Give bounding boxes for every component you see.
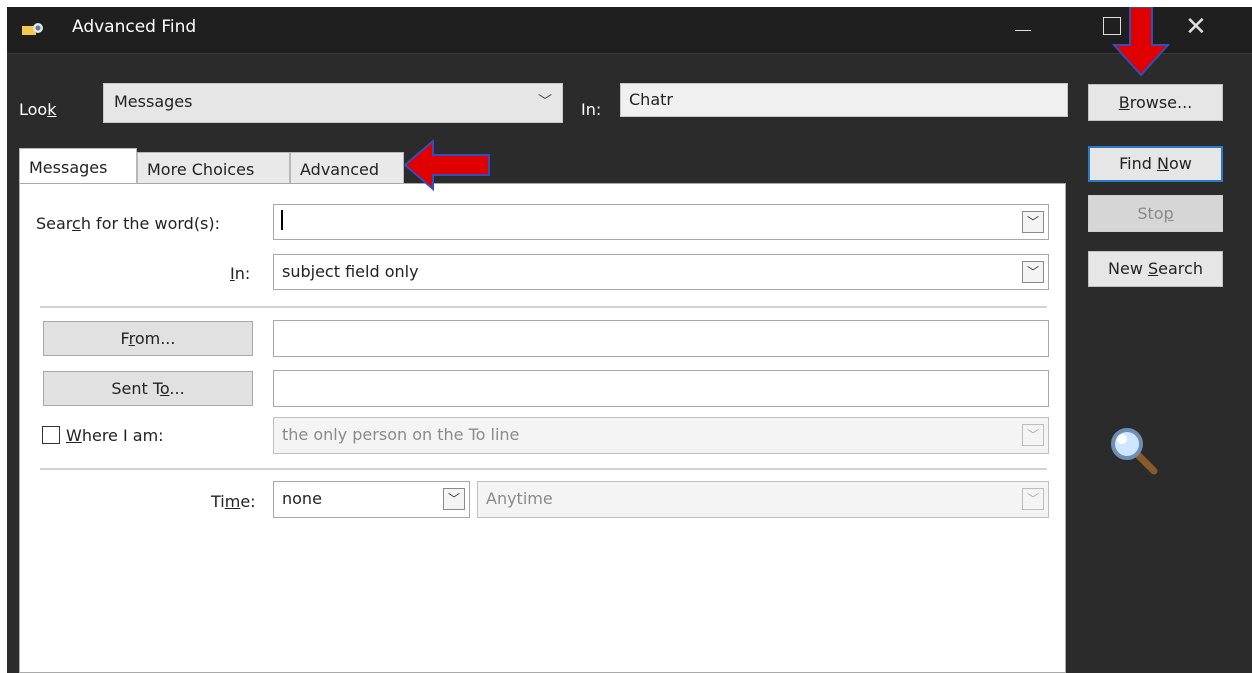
chevron-down-icon: ﹀ — [538, 94, 552, 110]
chevron-down-icon[interactable]: ﹀ — [1022, 261, 1044, 283]
minimize-icon — [1015, 30, 1031, 31]
text-cursor — [281, 210, 283, 230]
new-search-button[interactable]: New Search — [1088, 251, 1223, 287]
binoculars-envelope-icon — [22, 23, 43, 35]
tab-messages[interactable]: Messages — [19, 148, 137, 184]
in-folder-value: Chatr — [629, 90, 673, 109]
minimize-button[interactable] — [997, 7, 1047, 53]
look-value: Messages — [114, 92, 193, 111]
time-label: Time: — [211, 492, 256, 511]
look-dropdown[interactable]: Messages ﹀ — [103, 83, 563, 123]
in-folder-label: In: — [581, 100, 602, 119]
browse-button[interactable]: Browse... — [1088, 84, 1223, 121]
where-i-am-value: the only person on the To line — [282, 425, 520, 444]
chevron-down-icon: ﹀ — [1022, 424, 1044, 446]
divider — [40, 468, 1047, 470]
time-dropdown[interactable]: none ﹀ — [273, 481, 470, 518]
chevron-down-icon[interactable]: ﹀ — [1022, 211, 1044, 233]
stop-button[interactable]: Stop — [1088, 195, 1223, 232]
close-button[interactable]: ✕ — [1167, 7, 1217, 53]
where-i-am-label: Where I am: — [66, 426, 164, 445]
in-field-dropdown[interactable]: subject field only ﹀ — [273, 254, 1049, 290]
in-field-label: In: — [230, 264, 251, 283]
messages-tab-panel: Search for the word(s): ﹀ In: subject fi… — [19, 183, 1066, 673]
search-words-label: Search for the word(s): — [36, 214, 221, 233]
chevron-down-icon: ﹀ — [1022, 488, 1044, 510]
where-i-am-checkbox[interactable] — [42, 426, 60, 444]
in-field-value: subject field only — [282, 262, 419, 281]
close-icon: ✕ — [1185, 12, 1207, 42]
in-folder-field[interactable]: Chatr — [620, 83, 1068, 117]
magnifier-icon — [1111, 428, 1158, 475]
divider — [40, 306, 1047, 308]
window-title: Advanced Find — [72, 17, 197, 37]
where-i-am-dropdown[interactable]: the only person on the To line ﹀ — [273, 417, 1049, 454]
red-arrow-left-icon — [403, 139, 490, 191]
from-button[interactable]: From... — [43, 321, 253, 356]
search-words-input[interactable]: ﹀ — [273, 204, 1049, 240]
time-range-dropdown[interactable]: Anytime ﹀ — [477, 481, 1049, 518]
tab-more-choices[interactable]: More Choices — [137, 152, 290, 184]
from-input[interactable] — [273, 320, 1049, 357]
time-value: none — [282, 489, 322, 508]
tab-advanced[interactable]: Advanced — [290, 152, 404, 184]
title-bar: Advanced Find ✕ — [7, 7, 1252, 54]
chevron-down-icon[interactable]: ﹀ — [443, 488, 465, 510]
find-now-button[interactable]: Find Now — [1088, 146, 1223, 182]
sent-to-button[interactable]: Sent To... — [43, 371, 253, 406]
look-label: Look — [19, 100, 57, 119]
advanced-find-window: Advanced Find ✕ Look Messages ﹀ In: Chat… — [7, 7, 1252, 673]
sent-to-input[interactable] — [273, 370, 1049, 407]
time-range-value: Anytime — [486, 489, 553, 508]
red-arrow-down-icon — [1112, 7, 1170, 77]
